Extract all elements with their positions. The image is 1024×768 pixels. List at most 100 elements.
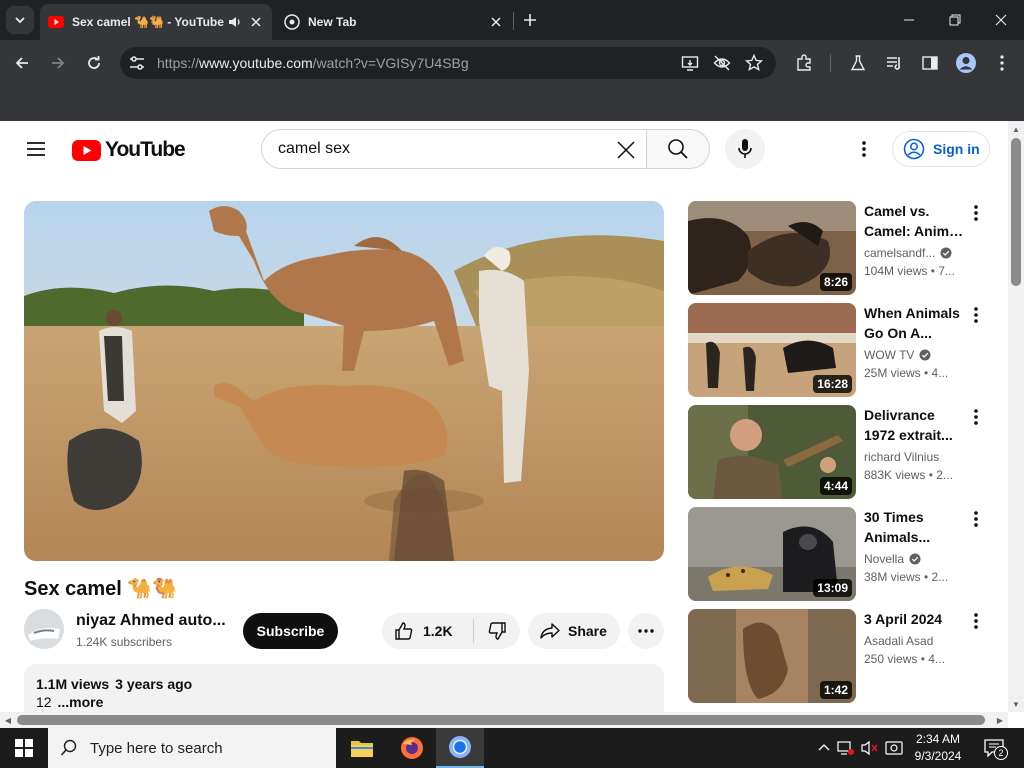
- folder-icon: [351, 741, 373, 757]
- description-box[interactable]: 1.1M views 3 years ago 12 ...more: [24, 664, 664, 712]
- media-control-button[interactable]: [880, 49, 908, 77]
- recommendation-channel[interactable]: richard Vilnius: [864, 450, 964, 464]
- profile-button[interactable]: [952, 49, 980, 77]
- restore-button[interactable]: [932, 0, 978, 40]
- settings-menu-button[interactable]: [848, 133, 880, 165]
- scroll-left-arrow[interactable]: ◀: [0, 712, 16, 728]
- recommendation-item[interactable]: 13:09 30 Times Animals... Novella 38M vi…: [688, 507, 998, 601]
- recommendation-title[interactable]: Delivrance 1972 extrait...: [864, 405, 966, 445]
- tab-youtube[interactable]: Sex camel 🐪🐫 - YouTube: [40, 4, 272, 40]
- show-hidden-icons-button[interactable]: [814, 738, 834, 758]
- back-button[interactable]: [8, 49, 36, 77]
- start-button[interactable]: [0, 728, 48, 768]
- scroll-right-arrow[interactable]: ▶: [992, 712, 1008, 728]
- extensions-button[interactable]: [790, 49, 818, 77]
- labs-button[interactable]: [844, 49, 872, 77]
- recommendation-menu-button[interactable]: [966, 507, 986, 531]
- bookmark-button[interactable]: [744, 53, 764, 73]
- windows-logo-icon: [15, 739, 33, 757]
- channel-name: WOW TV: [864, 348, 915, 362]
- recommendation-title[interactable]: Camel vs. Camel: Anima...: [864, 201, 966, 241]
- side-panel-button[interactable]: [916, 49, 944, 77]
- show-more-link[interactable]: ...more: [57, 694, 103, 710]
- scroll-up-arrow[interactable]: ▲: [1008, 121, 1024, 137]
- video-thumbnail[interactable]: 4:44: [688, 405, 856, 499]
- url-path: /watch?v=VGISy7U4SBg: [312, 55, 469, 71]
- video-thumbnail[interactable]: 8:26: [688, 201, 856, 295]
- tracking-protection-button[interactable]: [712, 53, 732, 73]
- chrome-app[interactable]: [436, 728, 484, 768]
- tab-search-button[interactable]: [6, 6, 34, 34]
- speaker-icon[interactable]: [228, 15, 242, 29]
- more-actions-button[interactable]: [628, 613, 664, 649]
- restore-icon: [949, 14, 961, 26]
- horizontal-scrollbar[interactable]: ◀ ▶: [0, 712, 1008, 728]
- recommendation-channel[interactable]: camelsandf...: [864, 246, 964, 260]
- recommendation-item[interactable]: 16:28 When Animals Go On A... WOW TV 25M…: [688, 303, 998, 397]
- forward-button[interactable]: [44, 49, 72, 77]
- search-button[interactable]: [646, 129, 710, 169]
- tab-new-tab[interactable]: New Tab: [276, 4, 512, 40]
- minimize-button[interactable]: [886, 0, 932, 40]
- recommendation-title[interactable]: When Animals Go On A...: [864, 303, 966, 343]
- notification-center-button[interactable]: 2: [980, 736, 1008, 760]
- video-thumbnail[interactable]: 16:28: [688, 303, 856, 397]
- close-window-button[interactable]: [978, 0, 1024, 40]
- subscribe-button[interactable]: Subscribe: [243, 613, 338, 649]
- close-icon: [491, 17, 501, 27]
- youtube-favicon: [48, 16, 64, 28]
- guide-menu-button[interactable]: [20, 133, 52, 165]
- scroll-down-arrow[interactable]: ▼: [1008, 696, 1024, 712]
- recommendation-item[interactable]: 8:26 Camel vs. Camel: Anima... camelsand…: [688, 201, 998, 295]
- recommendation-item[interactable]: 1:42 3 April 2024 Asadali Asad 250 views…: [688, 609, 998, 703]
- recommendation-item[interactable]: 4:44 Delivrance 1972 extrait... richard …: [688, 405, 998, 499]
- meet-now-button[interactable]: [884, 738, 904, 758]
- clear-search-button[interactable]: [610, 134, 642, 166]
- search-box: [261, 129, 647, 169]
- reload-button[interactable]: [80, 49, 108, 77]
- firefox-app[interactable]: [388, 728, 436, 768]
- like-button[interactable]: 1.2K: [382, 613, 472, 649]
- tune-icon[interactable]: [128, 54, 146, 72]
- recommendation-title[interactable]: 3 April 2024: [864, 609, 966, 629]
- address-bar[interactable]: https://www.youtube.com/watch?v=VGISy7U4…: [120, 47, 776, 79]
- voice-search-button[interactable]: [725, 129, 765, 169]
- close-icon: [995, 14, 1007, 26]
- share-button[interactable]: Share: [528, 613, 620, 649]
- channel-avatar[interactable]: [24, 609, 64, 649]
- install-app-button[interactable]: [680, 53, 700, 73]
- browser-menu-button[interactable]: [988, 49, 1016, 77]
- extensions-icon: [797, 54, 811, 71]
- recommendation-menu-button[interactable]: [966, 405, 986, 429]
- video-player[interactable]: [24, 201, 664, 561]
- taskbar-search[interactable]: Type here to search: [48, 728, 336, 768]
- title-line: Go On A...: [864, 325, 932, 341]
- recommendation-channel[interactable]: WOW TV: [864, 348, 964, 362]
- close-tab-button[interactable]: [248, 14, 264, 30]
- video-thumbnail[interactable]: 1:42: [688, 609, 856, 703]
- forward-icon: [52, 57, 65, 69]
- recommendation-menu-button[interactable]: [966, 303, 986, 327]
- channel-name[interactable]: niyaz Ahmed auto...: [76, 612, 226, 630]
- horizontal-scroll-thumb[interactable]: [17, 715, 985, 725]
- video-thumbnail[interactable]: 13:09: [688, 507, 856, 601]
- recommendation-channel[interactable]: Asadali Asad: [864, 634, 964, 648]
- recommendation-channel[interactable]: Novella: [864, 552, 964, 566]
- volume-tray-button[interactable]: [860, 738, 880, 758]
- close-tab-button[interactable]: [488, 14, 504, 30]
- search-input[interactable]: [278, 138, 608, 160]
- dislike-button[interactable]: [474, 613, 520, 649]
- file-explorer-app[interactable]: [338, 728, 386, 768]
- new-tab-button[interactable]: [518, 8, 542, 32]
- recommendation-menu-button[interactable]: [966, 609, 986, 633]
- youtube-logo[interactable]: YouTube: [72, 138, 186, 162]
- vertical-scroll-thumb[interactable]: [1011, 138, 1021, 286]
- taskbar-clock[interactable]: 2:34 AM 9/3/2024: [904, 731, 972, 765]
- recommendation-title[interactable]: 30 Times Animals...: [864, 507, 966, 547]
- vertical-scrollbar[interactable]: ▲ ▼: [1008, 121, 1024, 712]
- sign-in-button[interactable]: Sign in: [892, 131, 990, 167]
- minimize-icon: [904, 19, 914, 21]
- recommendation-menu-button[interactable]: [966, 201, 986, 225]
- reload-icon: [88, 56, 100, 69]
- network-tray-button[interactable]: [836, 738, 856, 758]
